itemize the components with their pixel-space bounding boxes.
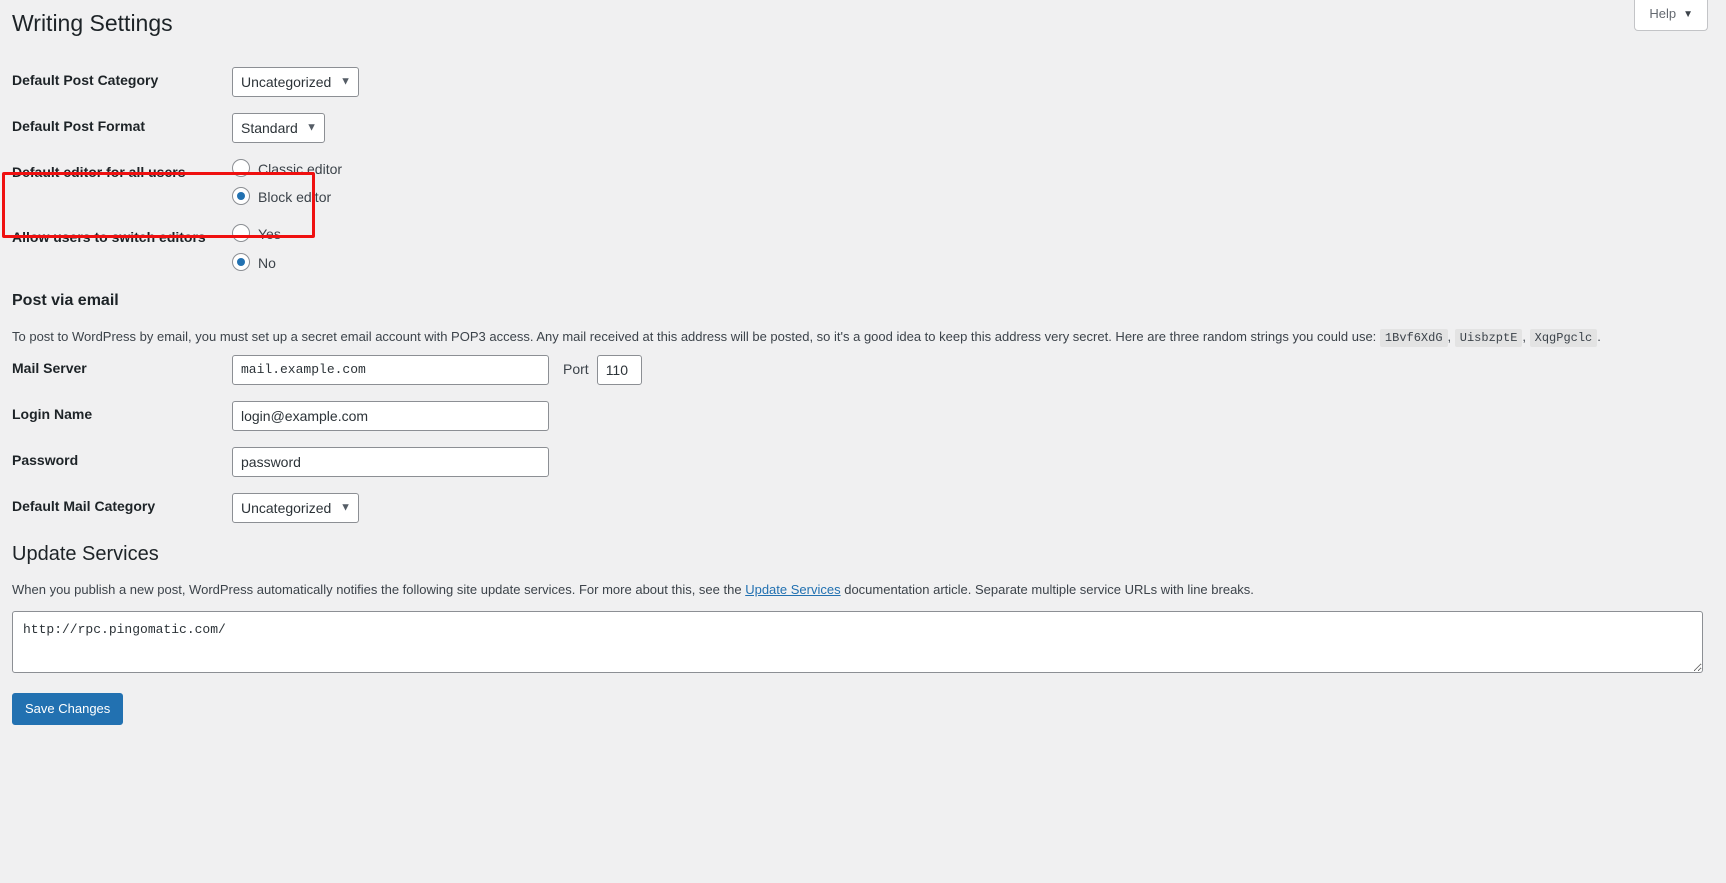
radio-switch-editors-yes-label: Yes [258, 226, 281, 243]
random-string-separator-1: , [1447, 328, 1452, 344]
radio-switch-editors-yes[interactable]: Yes [232, 224, 1698, 245]
submit-area: Save Changes [12, 673, 1708, 726]
radio-switch-editors-no[interactable]: No [232, 252, 1698, 274]
row-password: Password [12, 439, 1708, 485]
post-via-email-description: To post to WordPress by email, you must … [12, 327, 1708, 347]
mail-server-input[interactable] [232, 354, 549, 385]
update-services-heading: Update Services [12, 542, 159, 565]
row-default-mail-category: Default Mail Category Uncategorized ▼ [12, 485, 1708, 531]
label-default-post-category: Default Post Category [12, 71, 159, 88]
ping-sites-textarea[interactable]: http://rpc.pingomatic.com/ [12, 611, 1703, 674]
mail-server-row: Port [232, 354, 1698, 385]
post-via-email-description-text: To post to WordPress by email, you must … [12, 328, 1377, 344]
label-password: Password [12, 451, 79, 468]
settings-page-wrap: Writing Settings Default Post Category U… [0, 0, 1726, 726]
mail-port-input[interactable] [596, 354, 642, 385]
cell-default-mail-category: Uncategorized ▼ [222, 485, 1708, 531]
default-post-format-select[interactable]: Standard [232, 112, 325, 143]
help-tab-label: Help [1649, 6, 1677, 21]
radio-switch-editors-yes-control[interactable] [232, 224, 250, 243]
cell-password [222, 439, 1708, 485]
post-via-email-heading: Post via email [12, 292, 119, 310]
default-editor-fieldset: Classic editor Block editor [232, 158, 1698, 208]
label-default-editor: Default editor for all users [12, 163, 186, 180]
update-services-description: When you publish a new post, WordPress a… [12, 580, 1708, 600]
update-services-description-text-2: documentation article. Separate multiple… [844, 581, 1254, 597]
password-input[interactable] [232, 446, 549, 477]
random-string-separator-2: , [1522, 328, 1527, 344]
default-post-format-select-wrap: Standard ▼ [232, 112, 325, 143]
random-string-3: XqgPgclc [1529, 328, 1598, 347]
chevron-down-icon: ▼ [1683, 9, 1693, 20]
row-default-editor: Default editor for all users Classic edi… [12, 151, 1708, 216]
radio-block-editor-control[interactable] [232, 187, 250, 206]
default-post-category-select-wrap: Uncategorized ▼ [232, 66, 359, 97]
label-default-mail-category: Default Mail Category [12, 497, 156, 514]
radio-classic-editor-label: Classic editor [258, 160, 343, 177]
label-login-name: Login Name [12, 405, 93, 422]
cell-mail-server: Port [222, 347, 1708, 393]
label-allow-switch-editors: Allow users to switch editors [12, 229, 206, 246]
row-allow-switch-editors: Allow users to switch editors Yes No [12, 216, 1708, 281]
row-default-post-format: Default Post Format Standard ▼ [12, 105, 1708, 151]
radio-classic-editor-control[interactable] [232, 158, 250, 177]
cell-default-editor: Classic editor Block editor [222, 151, 1708, 216]
row-mail-server: Mail Server Port [12, 347, 1708, 393]
row-default-post-category: Default Post Category Uncategorized ▼ [12, 59, 1708, 105]
update-services-description-text-1: When you publish a new post, WordPress a… [12, 581, 742, 597]
radio-block-editor-label: Block editor [258, 189, 332, 206]
cell-default-post-category: Uncategorized ▼ [222, 59, 1708, 105]
default-mail-category-select-wrap: Uncategorized ▼ [232, 492, 359, 523]
random-string-1: 1Bvf6XdG [1379, 328, 1448, 347]
row-login-name: Login Name [12, 393, 1708, 439]
login-name-input[interactable] [232, 400, 549, 431]
cell-allow-switch-editors: Yes No [222, 216, 1708, 281]
allow-switch-editors-fieldset: Yes No [232, 224, 1698, 273]
writing-settings-table: Default Post Category Uncategorized ▼ De… [12, 59, 1708, 281]
radio-switch-editors-no-label: No [258, 254, 276, 271]
help-tab-button[interactable]: Help ▼ [1634, 0, 1708, 31]
update-services-link[interactable]: Update Services [745, 582, 840, 597]
help-tab-container: Help ▼ [1634, 0, 1708, 31]
default-mail-category-select[interactable]: Uncategorized [232, 492, 359, 523]
radio-block-editor[interactable]: Block editor [232, 187, 1698, 208]
random-string-terminator: . [1597, 328, 1601, 344]
radio-classic-editor[interactable]: Classic editor [232, 158, 1698, 180]
default-post-category-select[interactable]: Uncategorized [232, 66, 359, 97]
random-string-2: UisbzptE [1454, 328, 1523, 347]
radio-switch-editors-no-control[interactable] [232, 252, 250, 271]
cell-login-name [222, 393, 1708, 439]
port-label: Port [563, 360, 589, 377]
save-changes-button[interactable]: Save Changes [12, 693, 124, 726]
post-via-email-table: Mail Server Port Login Name Password [12, 347, 1708, 531]
cell-default-post-format: Standard ▼ [222, 105, 1708, 151]
page-title: Writing Settings [12, 10, 173, 36]
label-default-post-format: Default Post Format [12, 117, 146, 134]
label-mail-server: Mail Server [12, 359, 87, 376]
